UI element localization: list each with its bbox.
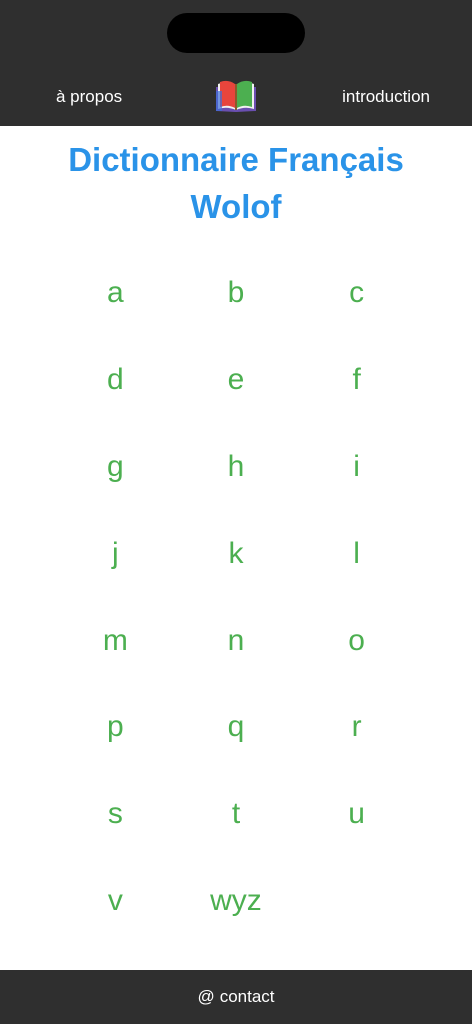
letter-m[interactable]: m (55, 597, 176, 684)
about-link[interactable]: à propos (56, 84, 122, 110)
letter-r[interactable]: r (296, 684, 417, 771)
at-sign-icon: @ (197, 987, 215, 1006)
letter-wyz[interactable]: wyz (176, 858, 297, 945)
top-navigation-bar: à propos introduction (0, 0, 472, 126)
letter-t[interactable]: t (176, 771, 297, 858)
contact-link[interactable]: @ contact (197, 987, 274, 1007)
alphabet-grid: a b c d e f g h i j k l m n o p q r s t … (55, 250, 417, 944)
letter-v[interactable]: v (55, 858, 176, 945)
letter-u[interactable]: u (296, 771, 417, 858)
title-line-1: Dictionnaire Français (68, 141, 404, 178)
introduction-link[interactable]: introduction (342, 84, 430, 110)
letter-i[interactable]: i (296, 424, 417, 511)
title-line-2: Wolof (190, 188, 282, 225)
letter-o[interactable]: o (296, 597, 417, 684)
letter-l[interactable]: l (296, 510, 417, 597)
letter-h[interactable]: h (176, 424, 297, 511)
letter-b[interactable]: b (176, 250, 297, 337)
letter-n[interactable]: n (176, 597, 297, 684)
letter-j[interactable]: j (55, 510, 176, 597)
contact-label: contact (219, 987, 275, 1006)
bottom-bar: @ contact (0, 970, 472, 1024)
page-title: Dictionnaire Français Wolof (0, 136, 472, 230)
letter-k[interactable]: k (176, 510, 297, 597)
letter-q[interactable]: q (176, 684, 297, 771)
letter-g[interactable]: g (55, 424, 176, 511)
open-book-icon[interactable] (214, 79, 258, 113)
letter-c[interactable]: c (296, 250, 417, 337)
letter-f[interactable]: f (296, 337, 417, 424)
letter-e[interactable]: e (176, 337, 297, 424)
letter-d[interactable]: d (55, 337, 176, 424)
letter-p[interactable]: p (55, 684, 176, 771)
letter-s[interactable]: s (55, 771, 176, 858)
dynamic-island (167, 13, 305, 53)
letter-a[interactable]: a (55, 250, 176, 337)
